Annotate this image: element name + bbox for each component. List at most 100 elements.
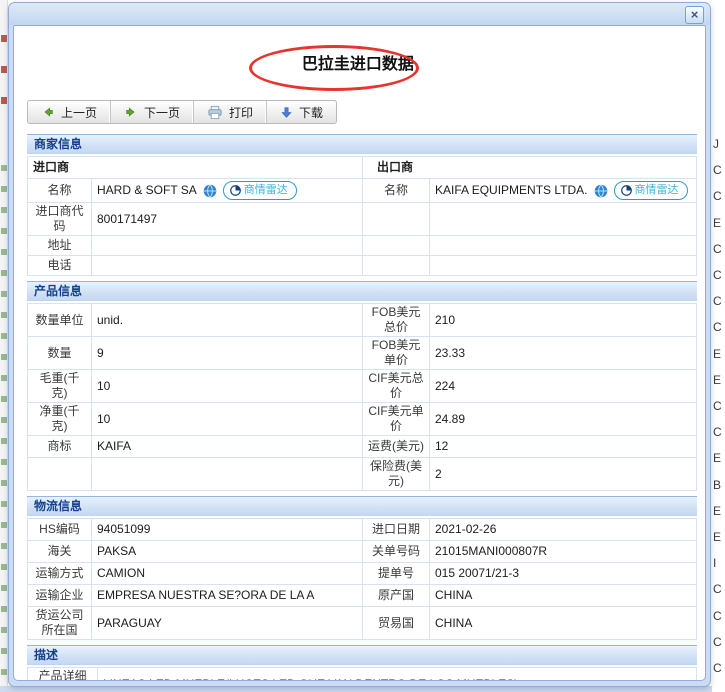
transport-mode-label: 运输方式 <box>27 562 92 585</box>
insurance-value: 2 <box>429 457 697 491</box>
merchant-table: 进口商 出口商 名称 HARD & SOFT SA 商情雷达 名称 KAIFA … <box>26 156 697 276</box>
exporter-name-value: KAIFA EQUIPMENTS LTDA. <box>435 183 588 197</box>
bill-no-value: 015 20071/21-3 <box>429 562 697 585</box>
cif-unit-value: 24.89 <box>429 402 697 436</box>
cif-unit-label: CIF美元单价 <box>362 402 430 436</box>
table-row: 进口商 出口商 <box>26 156 697 179</box>
fob-unit-value: 23.33 <box>429 336 697 370</box>
table-row: 净重(千克) 10 CIF美元单价 24.89 <box>27 402 697 436</box>
description-table: 产品详细描述 LINEAS LED MUEBLE(LUCES LED QUE V… <box>27 667 697 680</box>
printer-icon <box>208 105 222 119</box>
table-row: HS编码 94051099 进口日期 2021-02-26 <box>27 518 697 541</box>
import-data-dialog: × 巴拉圭进口数据 上一页 下一页 打印 下载 商家信息 进口商 出口商 名称 … <box>8 2 711 687</box>
address-label: 地址 <box>27 235 92 256</box>
prev-page-label: 上一页 <box>61 105 98 120</box>
freight-company-country-value: PARAGUAY <box>91 606 363 640</box>
fob-total-label: FOB美元总价 <box>362 303 430 337</box>
globe-icon[interactable] <box>594 183 608 198</box>
gross-weight-label: 毛重(千克) <box>27 369 92 403</box>
freight-label: 运费(美元) <box>362 435 430 458</box>
background-left-strip <box>0 0 8 692</box>
download-button[interactable]: 下载 <box>267 101 336 123</box>
brand-label: 商标 <box>27 435 92 458</box>
phone-label: 电话 <box>27 255 92 276</box>
table-row: 保险费(美元) 2 <box>27 457 697 491</box>
importer-code-label: 进口商代码 <box>27 202 92 236</box>
importer-code-value: 800171497 <box>90 202 364 236</box>
background-mark <box>1 97 7 104</box>
close-icon[interactable]: × <box>685 6 704 24</box>
qty-unit-value: unid. <box>91 303 363 337</box>
next-page-button[interactable]: 下一页 <box>111 101 195 123</box>
transport-mode-value: CAMION <box>91 562 363 585</box>
toolbar: 上一页 下一页 打印 下载 <box>27 100 338 124</box>
logistics-table: HS编码 94051099 进口日期 2021-02-26 海关 PAKSA 关… <box>27 518 697 640</box>
radar-icon <box>620 185 632 196</box>
importer-name-cell: HARD & SOFT SA 商情雷达 <box>90 178 364 203</box>
background-mark <box>1 66 7 73</box>
product-detail-value: LINEAS LED MUEBLE(LUCES LED QUE VAN DENT… <box>97 667 697 680</box>
table-row: 名称 HARD & SOFT SA 商情雷达 名称 KAIFA EQUIPMEN… <box>27 178 697 203</box>
carrier-value: EMPRESA NUESTRA SE?ORA DE LA A <box>91 584 363 607</box>
print-label: 打印 <box>229 105 254 120</box>
arrow-right-icon <box>126 107 135 117</box>
table-row: 货运公司所在国 PARAGUAY 贸易国 CHINA <box>27 606 697 640</box>
net-weight-value: 10 <box>91 402 363 436</box>
customs-value: PAKSA <box>91 540 363 563</box>
globe-icon[interactable] <box>203 183 217 198</box>
table-row: 产品详细描述 LINEAS LED MUEBLE(LUCES LED QUE V… <box>27 667 697 680</box>
cif-total-value: 224 <box>429 369 697 403</box>
section-header-logistics: 物流信息 <box>27 496 697 516</box>
section-header-product: 产品信息 <box>27 281 697 301</box>
dialog-titlebar[interactable]: × <box>9 3 710 25</box>
table-row: 商标 KAIFA 运费(美元) 12 <box>27 435 697 458</box>
qty-value: 9 <box>91 336 363 370</box>
phone-value <box>90 255 364 276</box>
empty-cell <box>429 202 697 236</box>
hs-code-value: 94051099 <box>91 518 363 541</box>
table-row: 毛重(千克) 10 CIF美元总价 224 <box>27 369 697 403</box>
bill-no-label: 提单号 <box>362 562 430 585</box>
customs-label: 海关 <box>27 540 92 563</box>
exporter-group-header: 出口商 <box>362 156 697 179</box>
carrier-label: 运输企业 <box>27 584 92 607</box>
brand-value: KAIFA <box>91 435 363 458</box>
origin-country-label: 原产国 <box>362 584 430 607</box>
background-mark <box>1 35 7 42</box>
qty-label: 数量 <box>27 336 92 370</box>
importer-name-value: HARD & SOFT SA <box>97 183 197 197</box>
next-page-label: 下一页 <box>144 105 181 120</box>
origin-country-value: CHINA <box>429 584 697 607</box>
fob-unit-label: FOB美元单价 <box>362 336 430 370</box>
gross-weight-value: 10 <box>91 369 363 403</box>
address-value <box>90 235 364 256</box>
product-detail-label: 产品详细描述 <box>27 667 98 680</box>
empty-cell <box>362 202 431 236</box>
empty-cell <box>429 235 697 256</box>
business-radar-label: 商情雷达 <box>634 184 679 196</box>
background-page-fragment: J C C E C C C C E E C C E B E E I C C C … <box>713 137 722 676</box>
arrow-left-icon <box>44 107 53 117</box>
empty-cell <box>362 255 431 276</box>
background-right-strip: J C C E C C C C E E C C E B E E I C C C … <box>712 0 725 692</box>
importer-group-header: 进口商 <box>26 156 364 179</box>
business-radar-badge[interactable]: 商情雷达 <box>222 181 297 200</box>
business-radar-badge[interactable]: 商情雷达 <box>613 181 688 200</box>
dialog-body: 巴拉圭进口数据 上一页 下一页 打印 下载 商家信息 进口商 出口商 名称 HA… <box>13 25 706 681</box>
download-label: 下载 <box>299 105 324 120</box>
trade-country-label: 贸易国 <box>362 606 430 640</box>
exporter-name-cell: KAIFA EQUIPMENTS LTDA. 商情雷达 <box>429 178 697 203</box>
table-row: 电话 <box>27 255 697 276</box>
print-button[interactable]: 打印 <box>194 101 268 123</box>
declaration-no-label: 关单号码 <box>362 540 430 563</box>
radar-icon <box>229 185 241 196</box>
import-date-value: 2021-02-26 <box>429 518 697 541</box>
trade-country-value: CHINA <box>429 606 697 640</box>
empty-cell <box>362 235 431 256</box>
net-weight-label: 净重(千克) <box>27 402 92 436</box>
section-header-merchant: 商家信息 <box>27 134 697 154</box>
prev-page-button[interactable]: 上一页 <box>28 101 112 123</box>
declaration-no-value: 21015MANI000807R <box>429 540 697 563</box>
import-date-label: 进口日期 <box>362 518 430 541</box>
product-table: 数量单位 unid. FOB美元总价 210 数量 9 FOB美元单价 23.3… <box>27 303 697 491</box>
